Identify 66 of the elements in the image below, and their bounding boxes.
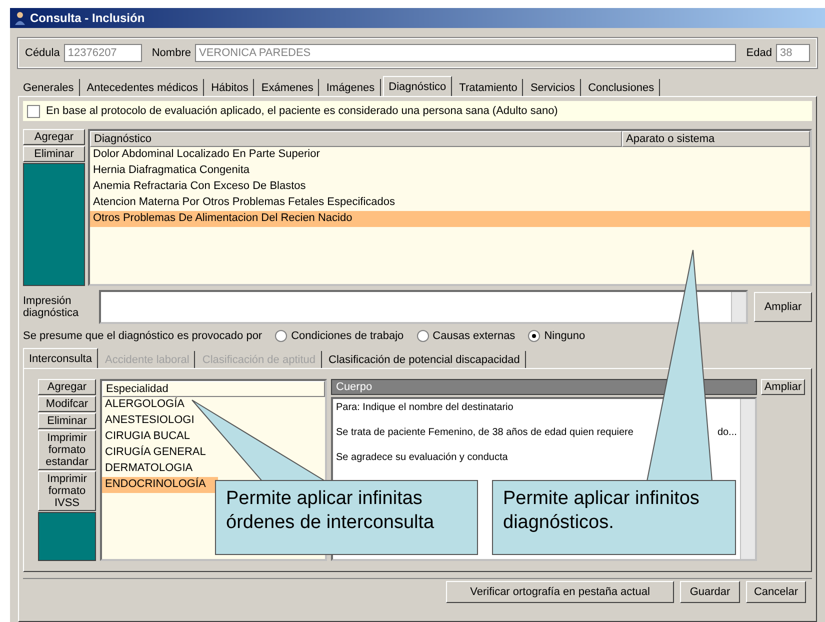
list-row[interactable]: CIRUGIA BUCAL [102,429,202,445]
action-button[interactable]: Imprimir formato IVSS [38,471,96,511]
person-icon [14,11,26,25]
side-panel [38,512,96,561]
tab[interactable]: Exámenes [256,79,320,96]
footer-button[interactable]: Guardar [680,581,740,603]
tab[interactable]: Imágenes [321,79,381,96]
list-row[interactable]: ANESTESIOLOGI [102,413,206,429]
radio-button[interactable] [528,330,540,342]
body-text: Para: Indique el nombre del destinatario [336,402,514,413]
list-row[interactable]: Otros Problemas De Alimentacion Del Recien Nacido [90,211,810,227]
list-row[interactable]: ENDOCRINOLOGÍA [102,477,218,493]
body-text: do... [717,427,737,438]
action-button[interactable]: Agregar [38,379,96,395]
radio-group-label: Se presume que el diagnóstico es provocado por [23,330,262,342]
scroll-bar[interactable] [740,399,755,559]
tab[interactable]: Generales [18,79,80,96]
column-header: Aparato o sistema [622,131,810,147]
input-field[interactable]: 38 [776,44,810,62]
radio-label: Condiciones de trabajo [291,330,404,342]
body-text: Se trata de paciente Femenino, de 38 años de edad quien requiere [336,427,634,438]
list-row[interactable]: CIRUGÍA GENERAL [102,445,218,461]
expand-button[interactable]: Ampliar [754,292,812,322]
tab[interactable]: Antecedentes médicos [82,79,204,96]
list-row[interactable]: Hernia Diafragmatica Congenita [90,163,810,179]
tab[interactable]: Tratamiento [454,79,524,96]
radio-label: Ninguno [544,330,586,342]
list-row[interactable]: Dolor Abdominal Localizado En Parte Superior [90,147,810,163]
tab[interactable]: Conclusiones [583,79,660,96]
footer-button[interactable]: Verificar ortografía en pestaña actual [446,581,674,603]
callout: Permite aplicar infinitas órdenes de interconsulta [215,480,478,555]
column-header: Diagnóstico [90,131,622,147]
tab[interactable]: Interconsulta [23,348,98,368]
column-header: Especialidad [102,381,325,397]
input-field[interactable]: VERONICA PAREDES [194,44,736,62]
tab[interactable]: Clasificación de potencial discapacidad [324,351,526,368]
field-label: Cédula [25,47,60,59]
checkbox-label: En base al protocolo de evaluación aplicado, el paciente es considerado una persona sana (Adulto sano) [46,105,558,117]
expand-button[interactable]: Ampliar [761,379,805,395]
callout: Permite aplicar infinitos diagnósticos. [492,480,736,555]
list-row[interactable]: Atencion Materna Por Otros Problemas Fetales Especificados [90,195,810,211]
column-header: Cuerpo [331,379,757,395]
checkbox[interactable] [27,104,40,118]
action-button[interactable]: Modifcar [38,396,96,412]
tab[interactable]: Diagnóstico [382,76,452,96]
radio-button[interactable] [416,330,429,342]
action-button[interactable]: Imprimir formato estandar [38,430,96,470]
radio-label: Causas externas [432,330,516,342]
action-button[interactable]: Eliminar [23,146,85,162]
action-button[interactable]: Agregar [23,129,85,145]
tab[interactable]: Hábitos [206,79,254,96]
window-title: Consulta - Inclusión [30,11,145,25]
field-label: Edad [746,47,772,59]
list-row[interactable]: Anemia Refractaria Con Exceso De Blastos [90,179,810,195]
input-field[interactable]: 12376207 [64,44,142,62]
field-label: Impresión diagnóstica [23,295,80,319]
list-row[interactable]: DERMATOLOGIA [102,461,205,477]
radio-button[interactable] [275,330,288,342]
scroll-bar[interactable] [731,292,746,322]
tab[interactable]: Servicios [525,79,582,96]
action-button[interactable]: Eliminar [38,413,96,429]
body-text: Se agradece su evaluación y conducta [336,452,508,463]
list-row[interactable]: ALERGOLOGÍA [102,397,196,413]
footer-button[interactable]: Cancelar [746,581,806,603]
field-label: Nombre [152,47,191,59]
text-area[interactable] [99,290,748,324]
